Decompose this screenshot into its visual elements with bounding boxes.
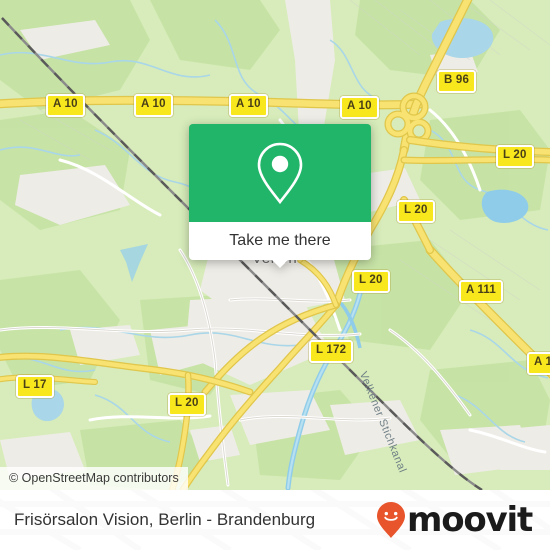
take-me-there-label: Take me there — [229, 232, 331, 249]
road-shield-l20-4[interactable]: L 20 — [168, 393, 206, 416]
road-shield-b96[interactable]: B 96 — [437, 70, 477, 93]
osm-attribution[interactable]: © OpenStreetMap contributors — [0, 467, 188, 490]
road-shield-l172[interactable]: L 172 — [309, 340, 354, 363]
take-me-there-button[interactable]: Take me there — [189, 222, 371, 268]
road-shield-l20-2[interactable]: L 20 — [397, 200, 435, 223]
moovit-smiley-pin-icon — [376, 501, 406, 539]
map-pin-icon — [252, 138, 308, 208]
road-shield-a111[interactable]: A 111 — [459, 280, 503, 303]
road-shield-l20-1[interactable]: L 20 — [496, 145, 534, 168]
road-shield-a10-3[interactable]: A 10 — [229, 94, 268, 117]
road-shield-a10-1[interactable]: A 10 — [46, 94, 85, 117]
footer-bar: Frisörsalon Vision, Berlin - Brandenburg… — [0, 490, 550, 550]
map-screenshot-root: Velten Velkener Stichkanal A 10 A 10 A 1… — [0, 0, 550, 550]
road-shield-l20-3[interactable]: L 20 — [352, 270, 390, 293]
moovit-wordmark: moovit — [406, 500, 533, 540]
road-shield-l17[interactable]: L 17 — [16, 375, 54, 398]
road-shield-a10-2[interactable]: A 10 — [134, 94, 173, 117]
moovit-brand[interactable]: moovit — [376, 500, 533, 540]
callout-pin-panel — [189, 124, 371, 222]
page-title: Frisörsalon Vision, Berlin - Brandenburg — [14, 510, 316, 529]
callout-pointer-tip — [271, 259, 289, 268]
map-canvas[interactable]: Velten Velkener Stichkanal A 10 A 10 A 1… — [0, 0, 550, 490]
location-callout-card[interactable]: Take me there — [189, 124, 371, 268]
road-shield-a1-edge[interactable]: A 1 — [527, 352, 550, 375]
road-shield-a10-4[interactable]: A 10 — [340, 96, 379, 119]
